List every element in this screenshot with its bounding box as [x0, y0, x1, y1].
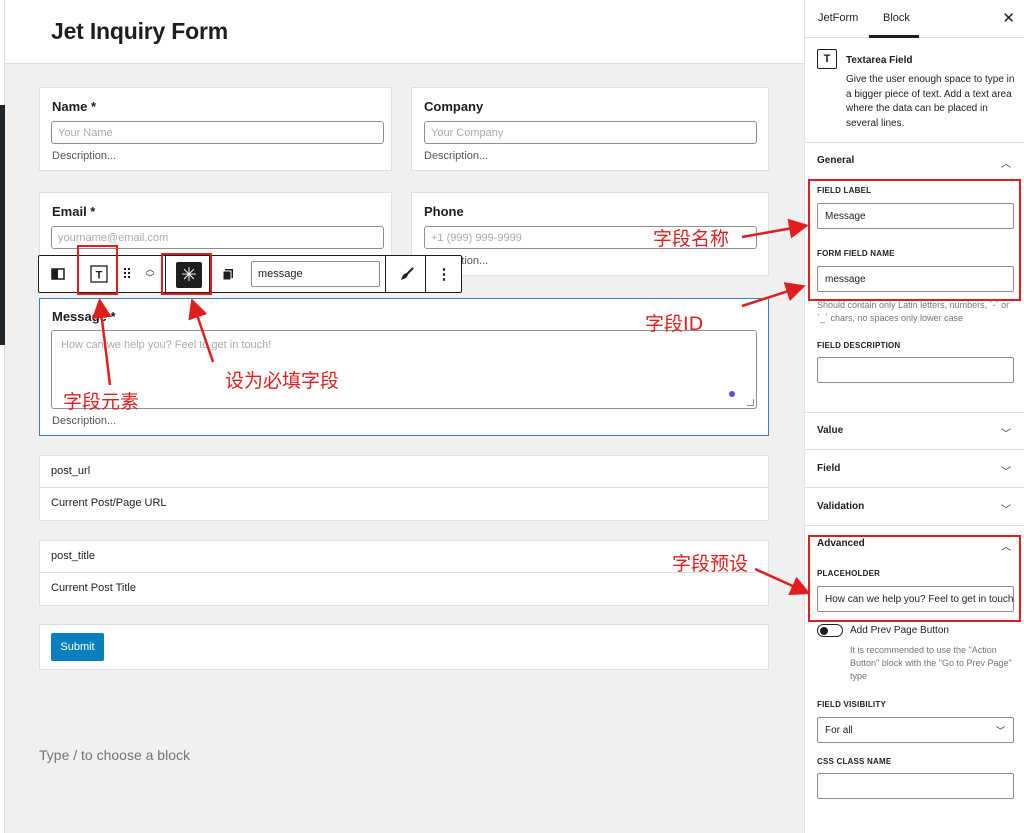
arrow-field-id [741, 282, 806, 308]
arrow-preset [754, 567, 811, 595]
arrow-required [188, 298, 215, 363]
annotation-arrows [91, 218, 811, 595]
arrow-field-element [91, 298, 112, 386]
arrow-field-name [741, 218, 809, 239]
